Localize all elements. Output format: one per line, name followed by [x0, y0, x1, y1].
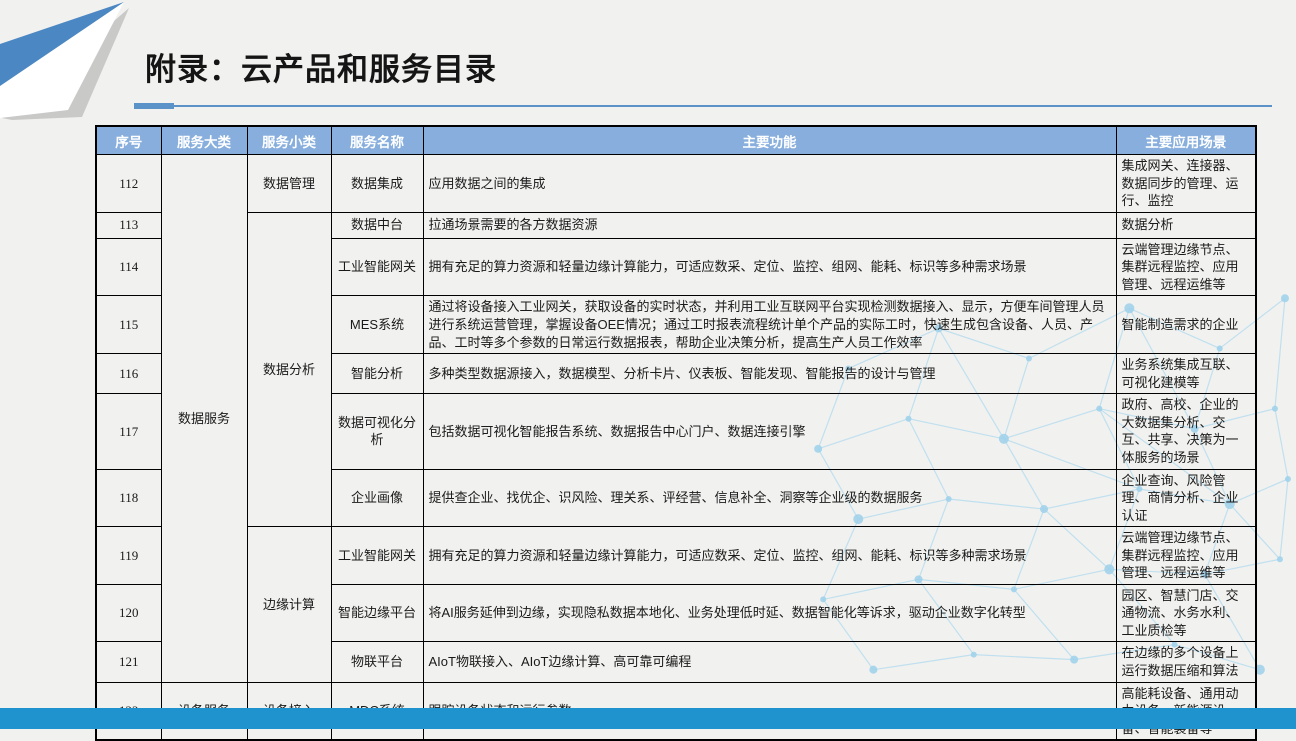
cell-main-function: 拉通场景需要的各方数据资源	[423, 212, 1116, 238]
catalog-table-body: 112数据服务数据管理数据集成应用数据之间的集成集成网关、连接器、数据同步的管理…	[96, 155, 1256, 741]
cell-main-function: 将AI服务延伸到边缘，实现隐私数据本地化、业务处理低时延、数据智能化等诉求，驱动…	[423, 584, 1116, 642]
cell-application-scenario: 业务系统集成互联、可视化建模等	[1116, 354, 1256, 394]
table-header-row: 序号 服务大类 服务小类 服务名称 主要功能 主要应用场景	[96, 126, 1256, 155]
cell-service-name: MES系统	[331, 296, 423, 354]
cell-main-function: AIoT物联接入、AIoT边缘计算、高可靠可编程	[423, 642, 1116, 682]
cell-application-scenario: 云端管理边缘节点、集群远程监控、应用管理、远程运维等	[1116, 238, 1256, 296]
cell-serial-number: 114	[96, 238, 161, 296]
cell-main-function: 包括数据可视化智能报告系统、数据报告中心门户、数据连接引擎	[423, 394, 1116, 469]
cell-application-scenario: 企业查询、风险管理、商情分析、企业认证	[1116, 469, 1256, 527]
cell-service-minor-category: 边缘计算	[247, 527, 331, 682]
table-row: 112数据服务数据管理数据集成应用数据之间的集成集成网关、连接器、数据同步的管理…	[96, 155, 1256, 213]
cell-service-name: 工业智能网关	[331, 238, 423, 296]
cell-service-name: 智能边缘平台	[331, 584, 423, 642]
cell-main-function: 通过将设备接入工业网关，获取设备的实时状态，并利用工业互联网平台实现检测数据接入…	[423, 296, 1116, 354]
column-header-main-function: 主要功能	[423, 126, 1116, 155]
page-title: 附录：云产品和服务目录	[145, 44, 497, 89]
bottom-bar	[0, 708, 1296, 729]
cell-service-major-category: 数据服务	[161, 155, 247, 683]
cell-service-name: 工业智能网关	[331, 527, 423, 585]
cell-main-function: 应用数据之间的集成	[423, 155, 1116, 213]
table-row: 119边缘计算工业智能网关拥有充足的算力资源和轻量边缘计算能力，可适应数采、定位…	[96, 527, 1256, 585]
cell-serial-number: 117	[96, 394, 161, 469]
cell-application-scenario: 在边缘的多个设备上运行数据压缩和算法	[1116, 642, 1256, 682]
cell-application-scenario: 云端管理边缘节点、集群远程监控、应用管理、远程运维等	[1116, 527, 1256, 585]
cell-service-minor-category: 数据管理	[247, 155, 331, 213]
cell-service-name: 数据集成	[331, 155, 423, 213]
column-header-serial-number: 序号	[96, 126, 161, 155]
corner-fold-decoration	[0, 0, 160, 130]
cell-main-function: 多种类型数据源接入，数据模型、分析卡片、仪表板、智能发现、智能报告的设计与管理	[423, 354, 1116, 394]
cell-application-scenario: 智能制造需求的企业	[1116, 296, 1256, 354]
cell-serial-number: 118	[96, 469, 161, 527]
cell-application-scenario: 数据分析	[1116, 212, 1256, 238]
catalog-table: 序号 服务大类 服务小类 服务名称 主要功能 主要应用场景 112数据服务数据管…	[95, 125, 1257, 741]
table-row: 113数据分析数据中台拉通场景需要的各方数据资源数据分析	[96, 212, 1256, 238]
cell-service-name: 企业画像	[331, 469, 423, 527]
cell-main-function: 拥有充足的算力资源和轻量边缘计算能力，可适应数采、定位、监控、组网、能耗、标识等…	[423, 238, 1116, 296]
column-header-service-minor-category: 服务小类	[247, 126, 331, 155]
cell-main-function: 提供查企业、找优企、识风险、理关系、评经营、信息补全、洞察等企业级的数据服务	[423, 469, 1116, 527]
cell-service-name: 智能分析	[331, 354, 423, 394]
cell-serial-number: 113	[96, 212, 161, 238]
cell-service-name: 数据中台	[331, 212, 423, 238]
cell-service-name: 物联平台	[331, 642, 423, 682]
cell-serial-number: 112	[96, 155, 161, 213]
cell-application-scenario: 园区、智慧门店、交通物流、水务水利、工业质检等	[1116, 584, 1256, 642]
cell-service-name: 数据可视化分析	[331, 394, 423, 469]
title-underline	[134, 105, 1272, 107]
cell-serial-number: 121	[96, 642, 161, 682]
column-header-service-name: 服务名称	[331, 126, 423, 155]
cell-application-scenario: 政府、高校、企业的大数据集分析、交互、共享、决策为一体服务的场景	[1116, 394, 1256, 469]
cell-serial-number: 119	[96, 527, 161, 585]
column-header-service-major-category: 服务大类	[161, 126, 247, 155]
cell-serial-number: 116	[96, 354, 161, 394]
cell-main-function: 拥有充足的算力资源和轻量边缘计算能力，可适应数采、定位、监控、组网、能耗、标识等…	[423, 527, 1116, 585]
cell-serial-number: 120	[96, 584, 161, 642]
column-header-application-scenario: 主要应用场景	[1116, 126, 1256, 155]
cell-application-scenario: 集成网关、连接器、数据同步的管理、运行、监控	[1116, 155, 1256, 213]
cell-serial-number: 115	[96, 296, 161, 354]
cell-service-minor-category: 数据分析	[247, 212, 331, 527]
slide: 附录：云产品和服务目录	[0, 0, 1296, 731]
